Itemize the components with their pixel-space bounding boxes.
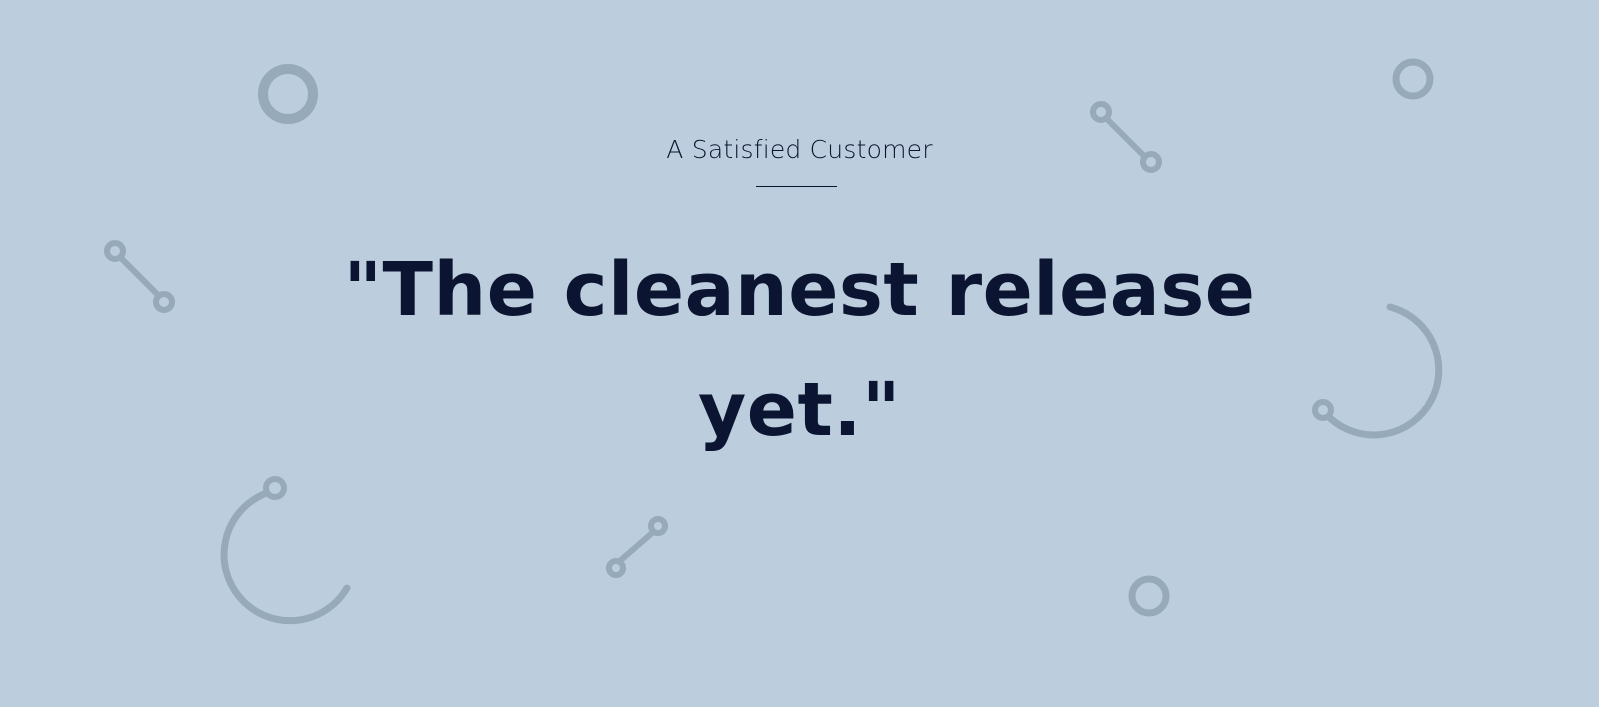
connector-icon (606, 516, 668, 578)
ring-icon (1128, 575, 1170, 617)
arc-icon (220, 476, 351, 625)
eyebrow-divider (756, 186, 837, 187)
connector-icon (104, 240, 175, 313)
ring-icon (1392, 58, 1434, 100)
testimonial-eyebrow: A Satisfied Customer (666, 135, 933, 164)
arc-icon (1312, 303, 1443, 439)
testimonial-quote: "The cleanest release yet." (343, 247, 1256, 453)
ring-icon (258, 64, 318, 124)
